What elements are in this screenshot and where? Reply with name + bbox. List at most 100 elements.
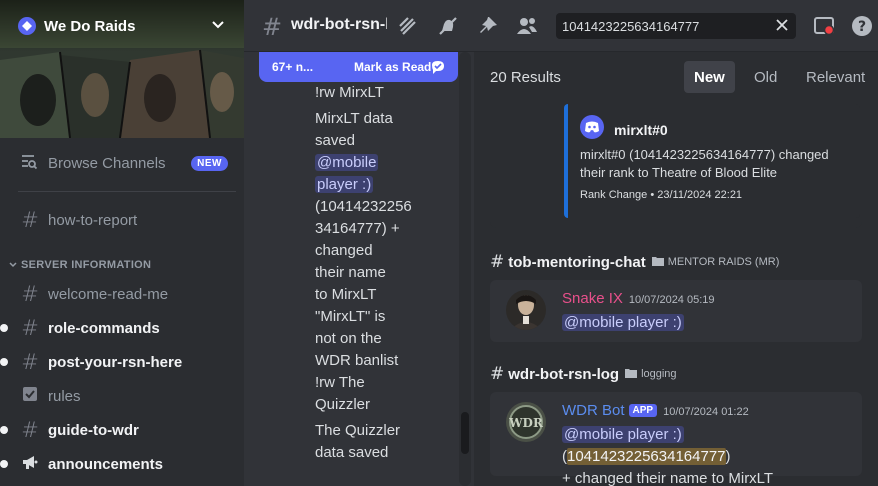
sidebar-item-label: welcome-read-me — [48, 285, 169, 303]
message-author[interactable]: Snake IX 10/07/2024 05:19 — [562, 290, 715, 307]
unread-indicator — [0, 426, 8, 434]
hash-icon: # — [490, 364, 505, 384]
message-line: data saved — [315, 444, 389, 461]
message-content: !rw MirxLT MirxLT data saved @mobile pla… — [315, 82, 425, 464]
help-icon[interactable]: ? — [850, 14, 874, 38]
user-mention[interactable]: @mobile player :) — [562, 314, 684, 331]
sidebar-item-announcements[interactable]: announcements — [0, 448, 236, 480]
embed-author: mirxlt#0 — [580, 115, 668, 144]
result-channel-name: wdr-bot-rsn-log — [508, 365, 620, 383]
mute-bell-icon[interactable] — [436, 14, 460, 38]
embed-author-name: mirxlt#0 — [614, 121, 668, 138]
search-result-card[interactable]: Snake IX 10/07/2024 05:19 @mobile player … — [490, 280, 862, 342]
message-timestamp: 10/07/2024 05:19 — [628, 294, 715, 306]
sidebar-item-label: guide-to-wdr — [48, 421, 139, 439]
mark-read-icon — [430, 59, 446, 78]
message-line: (10414232256 — [315, 198, 412, 215]
result-category-name: MENTOR RAIDS (MR) — [667, 256, 780, 268]
search-input[interactable]: 1041423225634164777 — [556, 13, 796, 39]
sidebar-item-rules[interactable]: rules — [8, 380, 236, 412]
server-boost-icon — [18, 17, 36, 35]
folder-icon — [651, 253, 664, 271]
message-line: Quizzler — [315, 396, 371, 413]
server-header[interactable]: We Do Raids — [0, 0, 244, 52]
svg-text:?: ? — [858, 19, 866, 35]
new-badge: NEW — [191, 156, 228, 171]
sidebar-item-label: rules — [48, 387, 81, 405]
message-text: ) — [725, 448, 731, 465]
search-query: 1041423225634164777 — [562, 18, 700, 34]
category-server-information[interactable]: SERVER INFORMATION — [8, 259, 151, 271]
result-channel-header[interactable]: # tob-mentoring-chat MENTOR RAIDS (MR) — [490, 252, 779, 272]
mark-as-read-button[interactable]: Mark as Read — [354, 60, 431, 74]
user-mention[interactable]: @mobile — [315, 154, 379, 171]
sort-tab-new[interactable]: New — [684, 61, 735, 93]
server-name: We Do Raids — [44, 17, 136, 35]
message-line: The Quizzler — [315, 422, 401, 439]
channel-header: # wdr-bot-rsn-log 1041423225634164777 ? — [244, 0, 878, 52]
folder-icon — [625, 365, 638, 383]
hash-icon: # — [21, 418, 39, 442]
search-result-card[interactable]: WDR WDR Bot APP 10/07/2024 01:22 @mobile p… — [490, 392, 862, 486]
search-results-panel: mirxlt#0 mirxlt#0 (1041423225634164777) … — [474, 52, 878, 486]
hash-icon: # — [21, 208, 39, 232]
message-line: to MirxLT — [315, 286, 377, 303]
sidebar-item-guide-to-wdr[interactable]: # guide-to-wdr — [0, 414, 236, 446]
message-list: !rw MirxLT MirxLT data saved @mobile pla… — [244, 52, 474, 486]
sidebar-item-post-your-rsn-here[interactable]: # post-your-rsn-here — [0, 346, 236, 378]
message-line: 34164777) + — [315, 220, 400, 237]
clear-search-icon[interactable] — [774, 17, 790, 38]
browse-channels-label: Browse Channels — [48, 154, 166, 172]
message-timestamp: 10/07/2024 01:22 — [663, 406, 749, 418]
embed: mirxlt#0 mirxlt#0 (1041423225634164777) … — [564, 104, 860, 218]
result-channel-name: tob-mentoring-chat — [508, 253, 646, 271]
message-text: + changed their name to MirxLT — [562, 470, 774, 486]
discord-icon — [580, 115, 604, 144]
browse-channels-button[interactable]: Browse Channels NEW — [8, 146, 236, 180]
user-mention[interactable]: player :) — [315, 176, 374, 193]
message-line: their name — [315, 264, 386, 281]
unread-indicator — [0, 460, 8, 468]
sort-tab-relevant[interactable]: Relevant — [796, 61, 875, 93]
svg-text:WDR: WDR — [508, 416, 544, 430]
message-line: saved — [315, 132, 356, 149]
hash-icon: # — [21, 350, 39, 374]
sidebar-item-label: how-to-report — [48, 211, 138, 229]
message-line: !rw The — [315, 374, 365, 391]
avatar[interactable] — [506, 290, 546, 330]
author-name[interactable]: Snake IX — [562, 290, 623, 307]
sidebar-item-role-commands[interactable]: # role-commands — [0, 312, 236, 344]
hash-icon: # — [490, 252, 505, 272]
member-list-icon[interactable] — [515, 14, 539, 38]
message-line: WDR banlist — [315, 352, 399, 369]
chevron-down-icon[interactable] — [210, 17, 226, 38]
threads-icon[interactable] — [396, 14, 420, 38]
new-messages-bar[interactable]: 67+ n... Mark as Read — [259, 52, 458, 82]
search-results-header: 20 Results New Old Relevant — [474, 52, 878, 104]
avatar[interactable]: WDR — [506, 402, 546, 442]
pin-icon[interactable] — [476, 14, 500, 38]
hash-icon: # — [21, 282, 39, 306]
message-content: @mobile player :) (1041423225634164777) … — [562, 424, 852, 486]
message-line: !rw MirxLT — [315, 84, 384, 101]
result-channel-header[interactable]: # wdr-bot-rsn-log logging — [490, 364, 677, 384]
message-author[interactable]: WDR Bot APP 10/07/2024 01:22 — [562, 402, 749, 419]
app-badge: APP — [628, 404, 658, 417]
sidebar-item-label: announcements — [48, 455, 164, 473]
message-content: @mobile player :) — [562, 312, 852, 334]
author-name[interactable]: WDR Bot — [562, 402, 625, 419]
channel-title: wdr-bot-rsn-log — [291, 16, 387, 33]
server-banner: We Do Raids — [0, 0, 244, 138]
user-mention[interactable]: @mobile player :) — [562, 426, 684, 443]
sort-tab-old[interactable]: Old — [744, 61, 787, 93]
search-highlight: 1041423225634164777 — [567, 448, 726, 465]
server-sidebar: We Do Raids Browse Channels NEW # how-to… — [0, 0, 244, 486]
new-messages-count: 67+ n... — [272, 60, 314, 74]
results-count: 20 Results — [490, 69, 561, 86]
sidebar-item-welcome-read-me[interactable]: # welcome-read-me — [8, 278, 236, 310]
inbox-icon[interactable] — [812, 14, 836, 38]
sidebar-item-label: post-your-rsn-here — [48, 353, 183, 371]
sidebar-item-how-to-report[interactable]: # how-to-report — [8, 204, 236, 236]
sidebar-item-label: role-commands — [48, 319, 160, 337]
scrollbar-thumb[interactable] — [461, 412, 469, 454]
